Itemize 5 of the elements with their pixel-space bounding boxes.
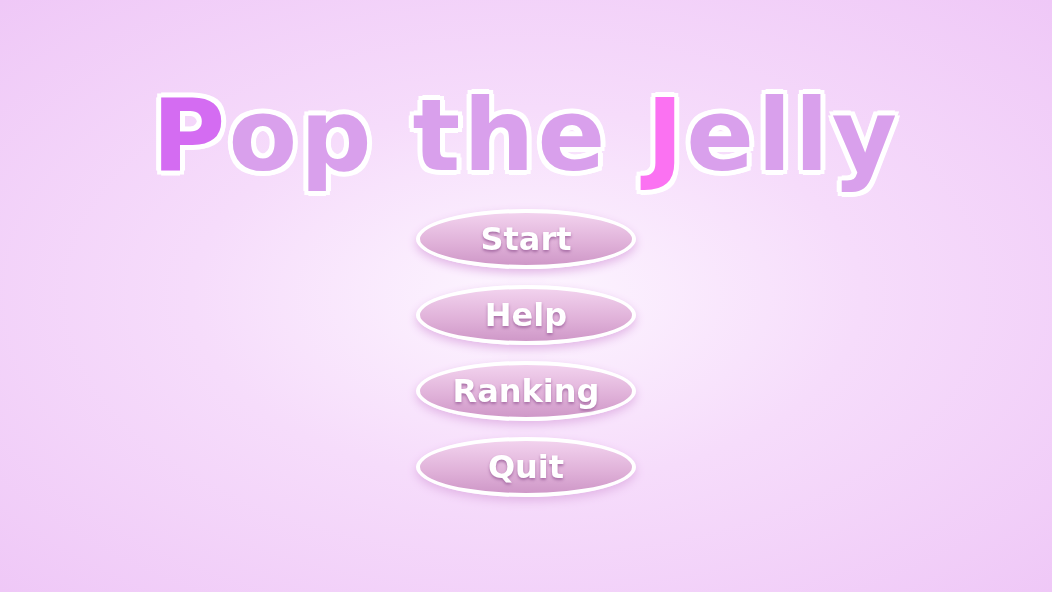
menu-button[interactable]: Help bbox=[416, 285, 636, 345]
menu-button[interactable]: Quit bbox=[416, 437, 636, 497]
game-title: Pop the Jelly bbox=[151, 76, 901, 196]
menu-button[interactable]: Ranking bbox=[416, 361, 636, 421]
menu-button[interactable]: Start bbox=[416, 209, 636, 269]
